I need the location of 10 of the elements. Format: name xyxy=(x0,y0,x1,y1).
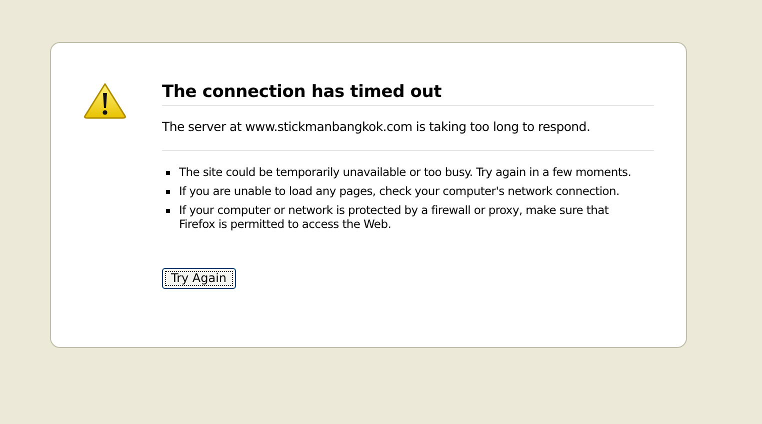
bullet-icon xyxy=(166,171,170,175)
warning-icon xyxy=(83,82,127,120)
suggestion-text: If your computer or network is protected by a firewall or proxy, make sure that Firefox is permitted to access the Web. xyxy=(179,203,610,231)
try-again-button[interactable]: Try Again xyxy=(162,268,236,288)
bullet-icon xyxy=(166,209,170,213)
error-message: The server at www.stickmanbangkok.com is taking too long to respond. xyxy=(162,118,654,151)
bullet-icon xyxy=(166,190,170,194)
error-title: The connection has timed out xyxy=(162,81,654,106)
suggestion-text: If you are unable to load any pages, check your computer's network connection. xyxy=(179,184,620,198)
suggestion-text: The site could be temporarily unavailable or too busy. Try again in a few moments. xyxy=(179,165,632,179)
